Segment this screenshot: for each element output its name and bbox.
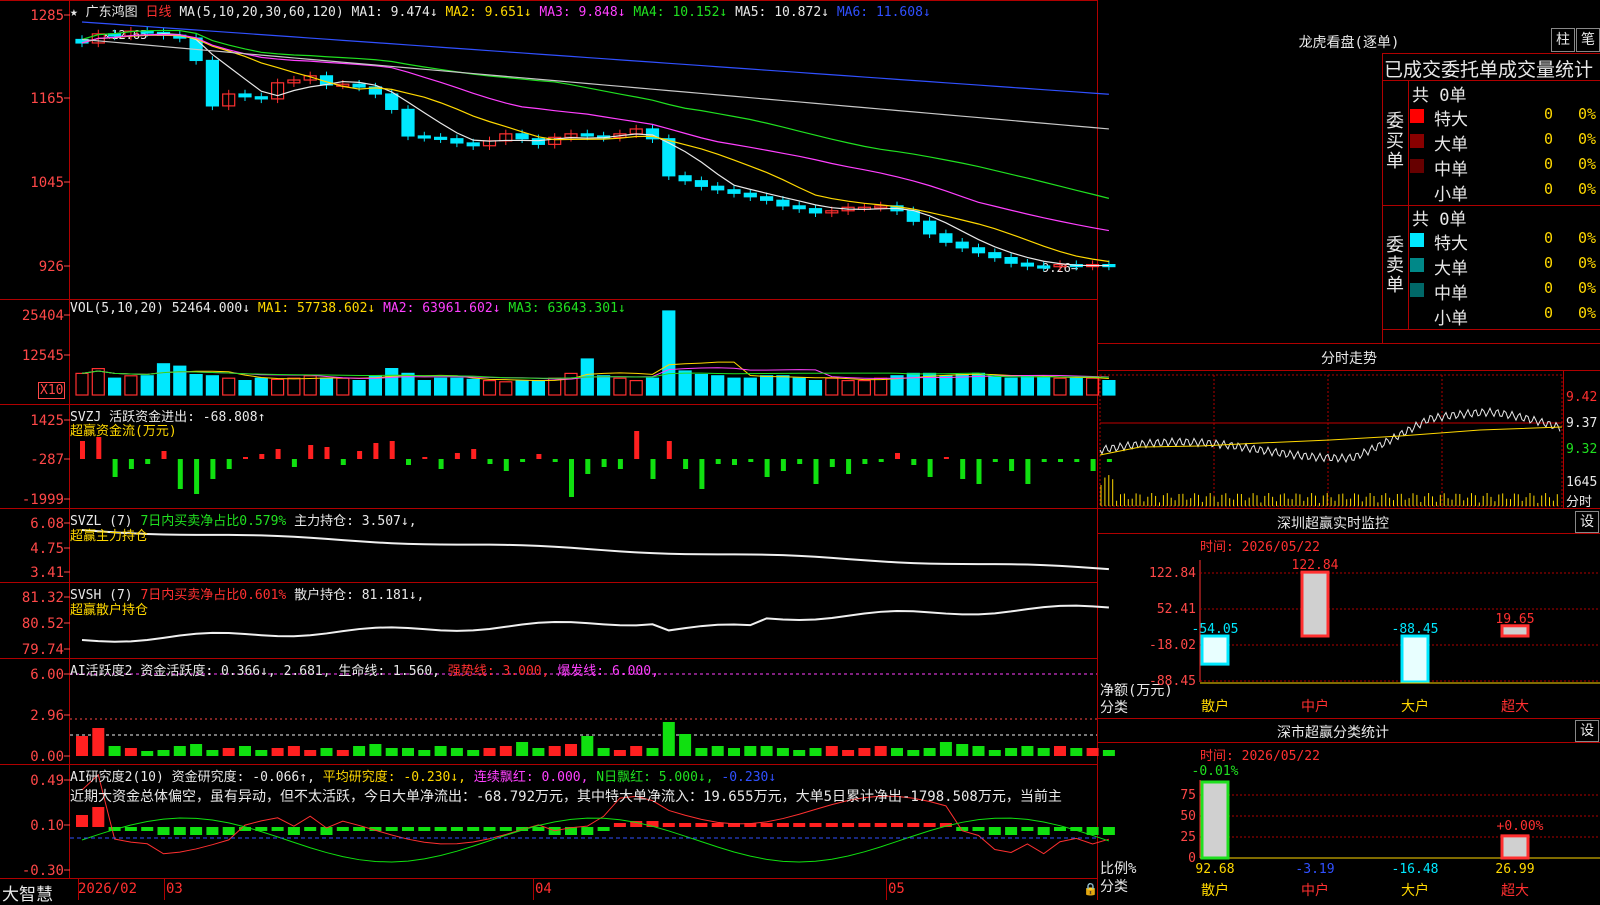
cls-val-3: 26.99 xyxy=(1495,862,1534,877)
cls-bar-0 xyxy=(1200,780,1230,860)
cls-top-label-0: -0.01% xyxy=(1192,764,1239,779)
mon-bar-3 xyxy=(1500,624,1530,638)
mon-ytick-1: 52.41 xyxy=(1157,602,1196,617)
mon-val-2: -88.45 xyxy=(1392,622,1439,637)
fs-frame xyxy=(1099,374,1563,507)
mon-val-1: 122.84 xyxy=(1292,558,1339,573)
mon-bar-1 xyxy=(1300,570,1330,638)
mon-ytick-3: -88.45 xyxy=(1149,674,1196,689)
cls-ytick-1: 50 xyxy=(1180,809,1196,824)
mon-cat-2: 大户 xyxy=(1401,698,1429,715)
mon-bar-2 xyxy=(1400,634,1430,684)
mon-ytick-0: 122.84 xyxy=(1149,566,1196,581)
mon-val-0: -54.05 xyxy=(1192,622,1239,637)
cls-cat-1: 中户 xyxy=(1301,882,1329,899)
fs-price-line xyxy=(1099,406,1561,464)
cls-cat-0: 散户 xyxy=(1201,882,1229,899)
cls-val-1: -3.19 xyxy=(1295,862,1334,877)
cls-ytick-0: 75 xyxy=(1180,788,1196,803)
fs-avg-line xyxy=(1099,426,1563,456)
mon-cat-1: 中户 xyxy=(1301,698,1329,715)
right-charts-svg: 122.84 52.41 -18.02 -88.45 -54.05 122.84 -88.4… xyxy=(1099,374,1600,899)
cls-bar-3 xyxy=(1500,834,1530,860)
cls-ytick-2: 25 xyxy=(1180,830,1196,845)
mon-cat-0: 散户 xyxy=(1201,698,1229,715)
mon-bar-0 xyxy=(1200,634,1230,666)
cls-top-label-1: +0.00% xyxy=(1497,819,1544,834)
cls-val-0: 92.68 xyxy=(1195,862,1234,877)
mon-val-3: 19.65 xyxy=(1495,612,1534,627)
cls-cat-3: 超大 xyxy=(1501,883,1529,899)
cls-cat-2: 大户 xyxy=(1401,882,1429,899)
mon-cat-3: 超大 xyxy=(1501,699,1529,715)
cls-val-2: -16.48 xyxy=(1392,862,1439,877)
mon-ytick-2: -18.02 xyxy=(1149,638,1196,653)
